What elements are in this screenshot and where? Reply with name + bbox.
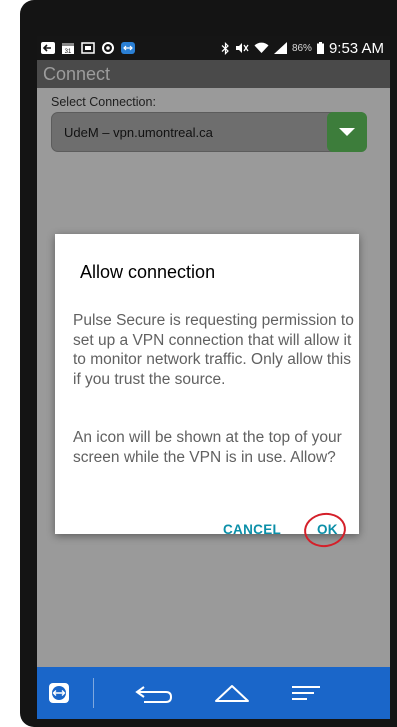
- connect-content: Select Connection: UdeM – vpn.umontreal.…: [37, 88, 390, 667]
- back-icon: [135, 686, 173, 703]
- ok-annotation-circle: [301, 510, 349, 550]
- screen-notification-icon: [81, 42, 95, 54]
- bluetooth-icon: [221, 41, 229, 55]
- dialog-message-permission: Pulse Secure is requesting permission to…: [73, 312, 354, 388]
- cancel-button[interactable]: CANCEL: [223, 522, 281, 537]
- svg-text:31: 31: [65, 49, 72, 55]
- back-arrow-notification-icon: [41, 42, 55, 54]
- calendar-icon: 31: [62, 43, 74, 55]
- teamviewer-nav-button[interactable]: [37, 667, 81, 719]
- dropdown-button[interactable]: [327, 112, 367, 152]
- circle-notification-icon: [102, 42, 114, 54]
- teamviewer-icon: [49, 683, 69, 703]
- app-title: Connect: [43, 64, 111, 84]
- status-time: 9:53 AM: [328, 39, 384, 57]
- battery-percent: 86%: [291, 42, 312, 54]
- nav-divider: [93, 678, 94, 708]
- back-nav-button[interactable]: [122, 667, 186, 719]
- wifi-icon: [254, 42, 269, 53]
- teamviewer-notification-icon: [121, 42, 135, 54]
- battery-icon: [316, 42, 324, 54]
- connection-select[interactable]: UdeM – vpn.umontreal.ca: [51, 112, 367, 152]
- chevron-down-icon: [339, 128, 355, 136]
- recents-nav-button[interactable]: [274, 667, 338, 719]
- phone-screen: 31 86% 9:53 AM Connect Select Connection…: [37, 36, 390, 719]
- app-bar: Connect: [37, 60, 390, 88]
- recents-icon: [292, 686, 320, 700]
- select-connection-label: Select Connection:: [51, 95, 156, 109]
- signal-icon: [273, 42, 287, 54]
- status-bar: 31 86% 9:53 AM: [37, 36, 390, 60]
- dialog-title: Allow connection: [80, 262, 216, 282]
- navigation-bar: [37, 667, 390, 719]
- mute-icon: [235, 43, 249, 53]
- home-nav-button[interactable]: [200, 667, 264, 719]
- connection-select-value: UdeM – vpn.umontreal.ca: [64, 125, 213, 140]
- dialog-message-icon-notice: An icon will be shown at the top of your…: [73, 429, 342, 466]
- home-icon: [215, 685, 249, 702]
- allow-connection-dialog: Allow connection Pulse Secure is request…: [55, 234, 359, 550]
